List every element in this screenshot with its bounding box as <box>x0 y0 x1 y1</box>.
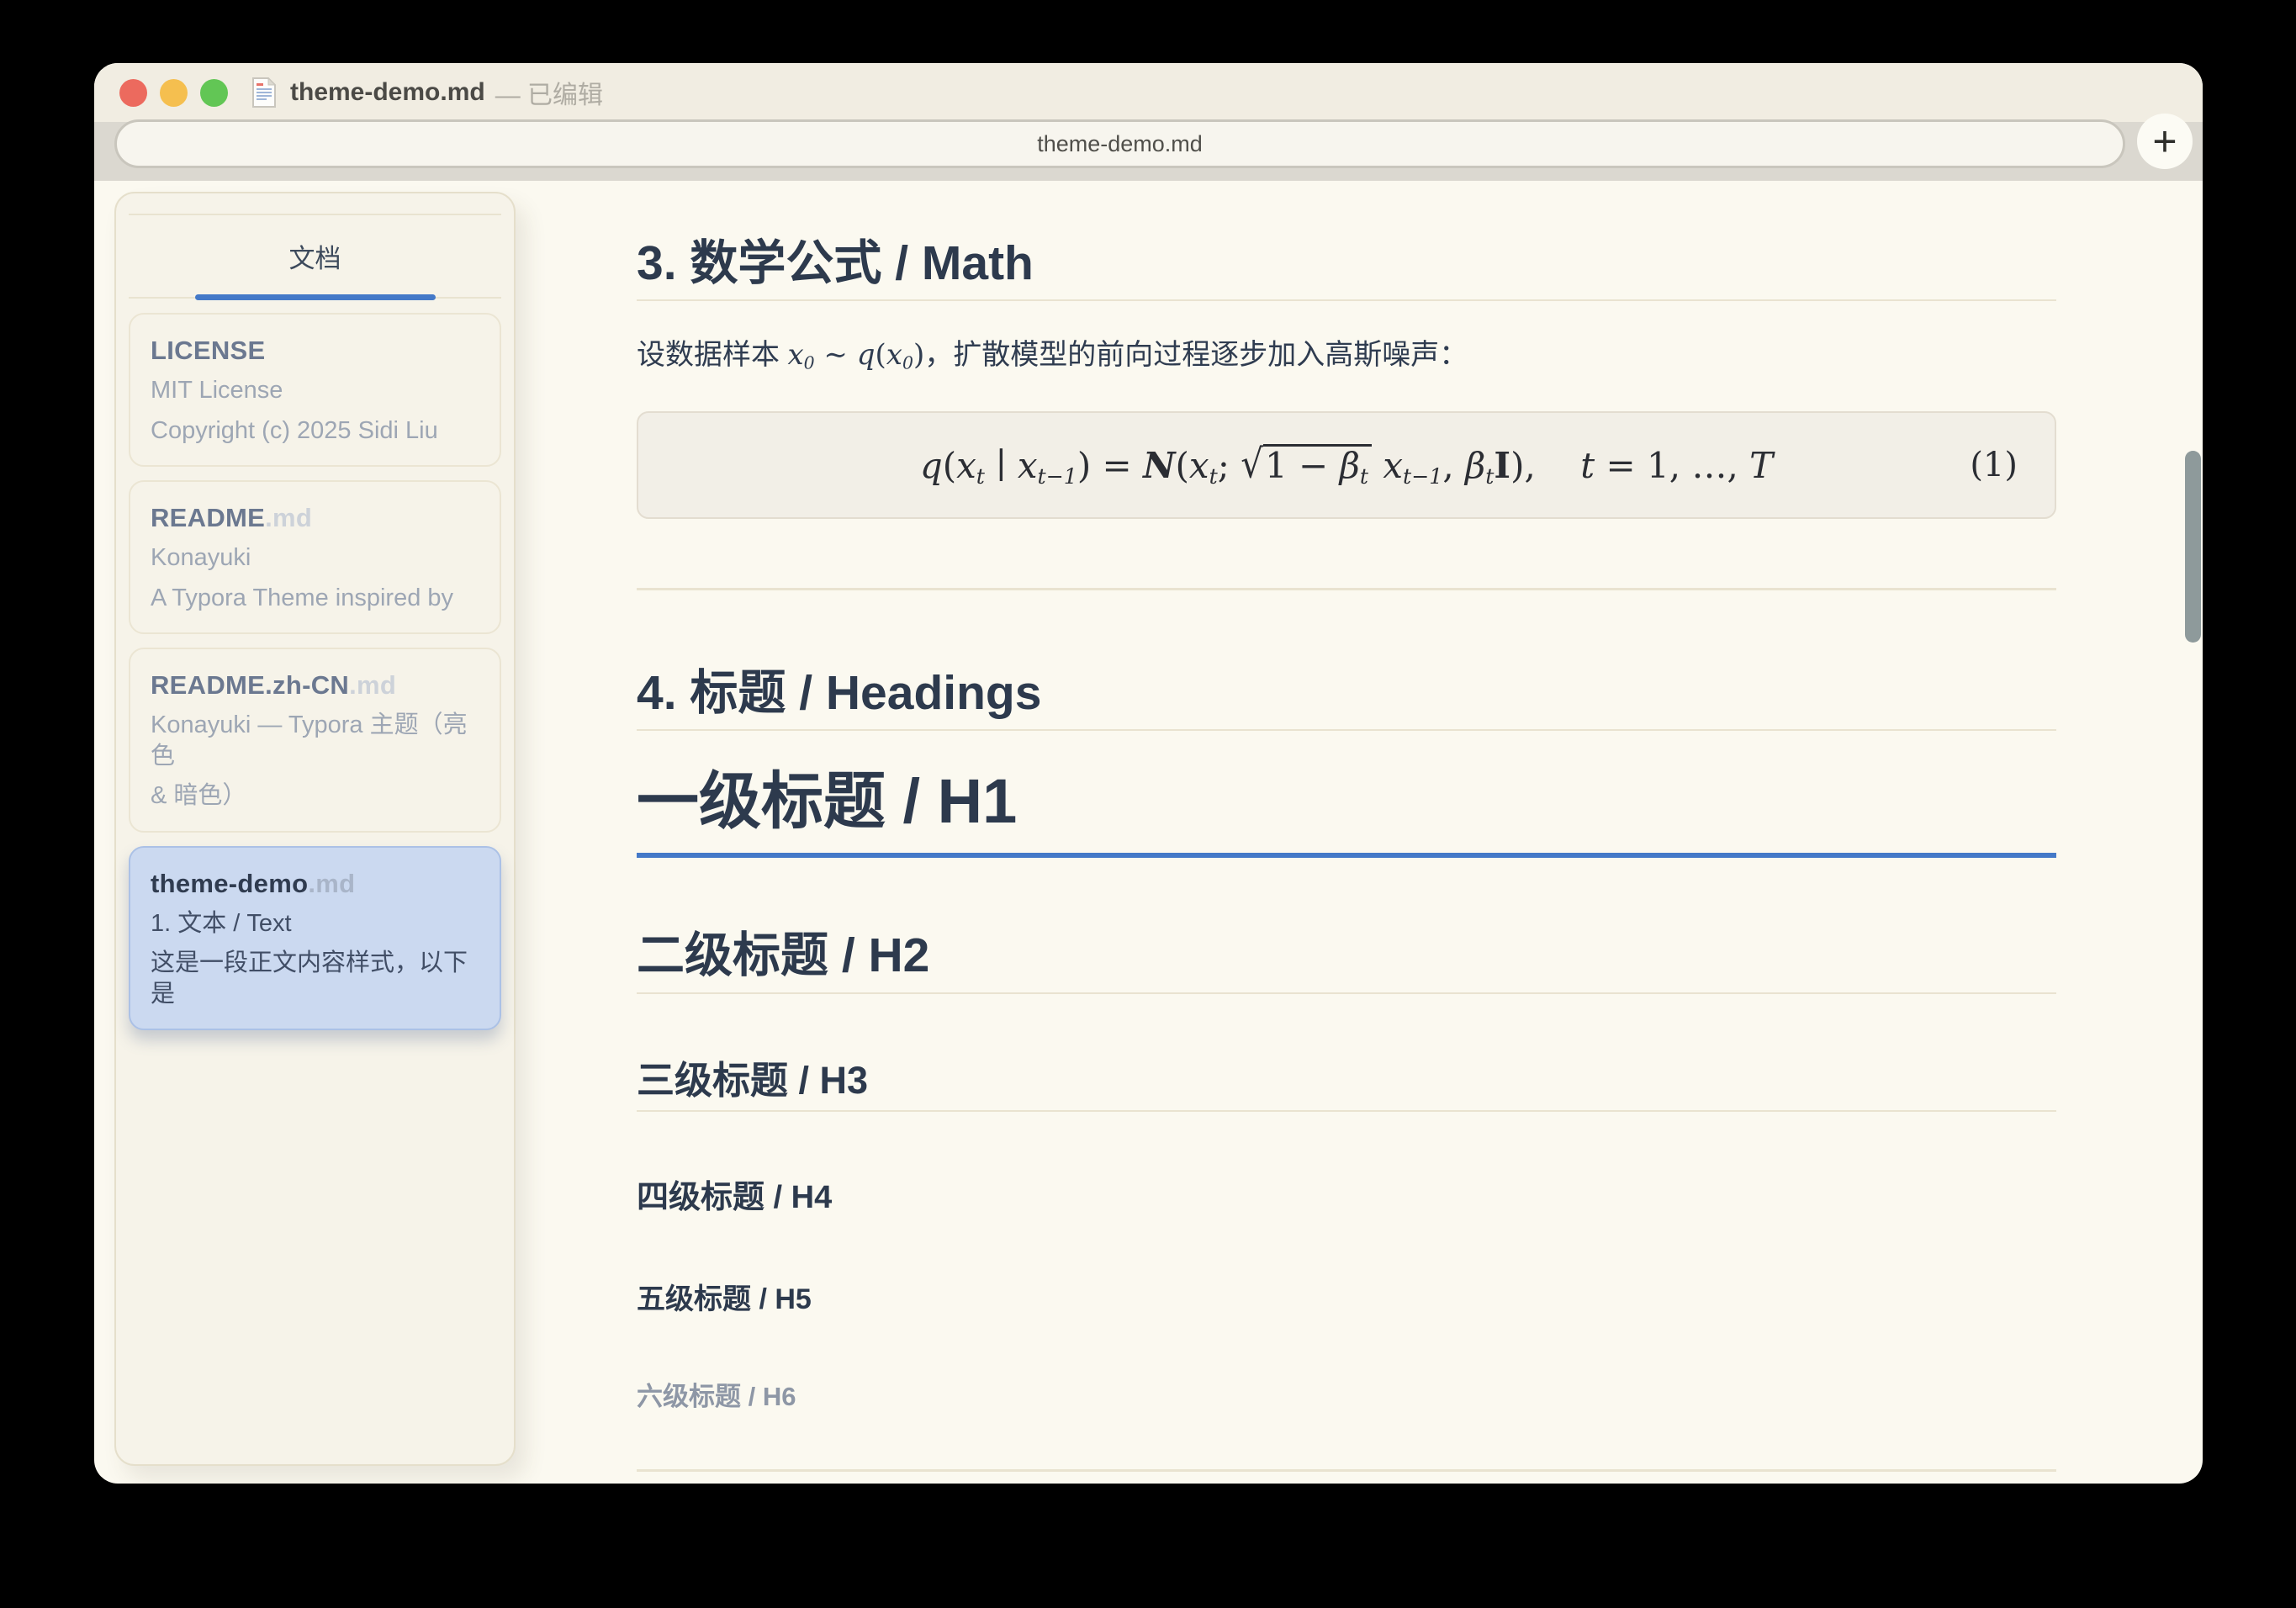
active-tab-indicator <box>194 294 436 300</box>
traffic-lights <box>119 78 228 107</box>
sidebar-tab-documents[interactable]: 文档 <box>129 214 501 300</box>
file-name: LICENSE <box>151 336 266 365</box>
file-card-readme-zh-cn[interactable]: README.zh-CN.md Konayuki — Typora 主题（亮色 … <box>129 648 501 833</box>
file-extension: .md <box>308 868 356 898</box>
file-preview-line: 这是一段正文内容样式，以下是 <box>151 949 468 1008</box>
file-name: README.zh-CN <box>151 670 350 701</box>
close-button[interactable] <box>119 78 147 107</box>
file-card-theme-demo-selected[interactable]: theme-demo.md 1. 文本 / Text 这是一段正文内容样式，以下… <box>129 845 501 1031</box>
window-title: theme-demo.md <box>290 78 485 106</box>
math-intro-paragraph: 设数据样本 x0 ∼ q(x0)，扩散模型的前向过程逐步加入高斯噪声： <box>637 338 1468 374</box>
plus-icon: + <box>2152 118 2177 165</box>
file-list: LICENSE MIT License Copyright (c) 2025 S… <box>116 299 514 1031</box>
file-preview-line: Copyright (c) 2025 Sidi Liu <box>151 416 438 444</box>
app-window: theme-demo.md — 已编辑 theme-demo.md + 文档 L… <box>94 63 2203 1484</box>
horizontal-rule <box>637 1469 2056 1473</box>
title-bar: theme-demo.md — 已编辑 <box>94 63 2203 122</box>
document-icon <box>251 77 277 108</box>
demo-heading-h2: 二级标题 / H2 <box>637 927 2056 994</box>
new-tab-button[interactable]: + <box>2137 114 2193 169</box>
file-extension: .md <box>349 670 397 701</box>
file-name: theme-demo <box>151 868 309 898</box>
demo-heading-h1: 一级标题 / H1 <box>637 764 2056 859</box>
section-heading-math: 3. 数学公式 / Math <box>637 235 2056 302</box>
file-card-readme[interactable]: README.md Konayuki A Typora Theme inspir… <box>129 480 501 635</box>
horizontal-rule <box>637 587 2056 590</box>
equation-block: q(xt ∣ xt−1) = N(xt; √1 − βt xt−1, βtI),… <box>637 410 2056 519</box>
equation-number: (1) <box>1970 445 2018 484</box>
sidebar-panel: 文档 LICENSE MIT License Copyright (c) 202… <box>114 192 516 1466</box>
file-preview-line: MIT License <box>151 377 283 404</box>
file-extension: .md <box>265 503 313 533</box>
tab-label: theme-demo.md <box>1037 130 1203 156</box>
demo-heading-h3: 三级标题 / H3 <box>637 1058 2056 1112</box>
file-preview-line: Konayuki — Typora 主题（亮色 <box>151 711 468 770</box>
demo-heading-h4: 四级标题 / H4 <box>637 1179 833 1215</box>
file-preview-line: A Typora Theme inspired by <box>151 584 454 611</box>
file-card-license[interactable]: LICENSE MIT License Copyright (c) 2025 S… <box>129 313 501 468</box>
vertical-scrollbar-thumb[interactable] <box>2185 451 2201 643</box>
editor-content: 3. 数学公式 / Math 设数据样本 x0 ∼ q(x0)，扩散模型的前向过… <box>637 181 2056 1473</box>
demo-heading-h6: 六级标题 / H6 <box>637 1381 796 1411</box>
sidebar-tab-label: 文档 <box>288 244 341 273</box>
file-preview-line: 1. 文本 / Text <box>151 909 292 937</box>
window-title-edited-suffix: — 已编辑 <box>495 82 604 109</box>
demo-heading-h5: 五级标题 / H5 <box>637 1283 812 1316</box>
minimize-button[interactable] <box>160 78 188 107</box>
section-heading-headings: 4. 标题 / Headings <box>637 664 2056 732</box>
zoom-button[interactable] <box>200 78 228 107</box>
file-preview-line: & 暗色） <box>151 782 247 810</box>
tab-theme-demo[interactable]: theme-demo.md <box>114 119 2125 168</box>
equation-formula: q(xt ∣ xt−1) = N(xt; √1 − βt xt−1, βtI),… <box>919 441 1774 489</box>
file-name: README <box>151 503 266 533</box>
file-preview-line: Konayuki <box>151 544 251 572</box>
window-chrome: theme-demo.md — 已编辑 theme-demo.md + <box>94 63 2203 181</box>
